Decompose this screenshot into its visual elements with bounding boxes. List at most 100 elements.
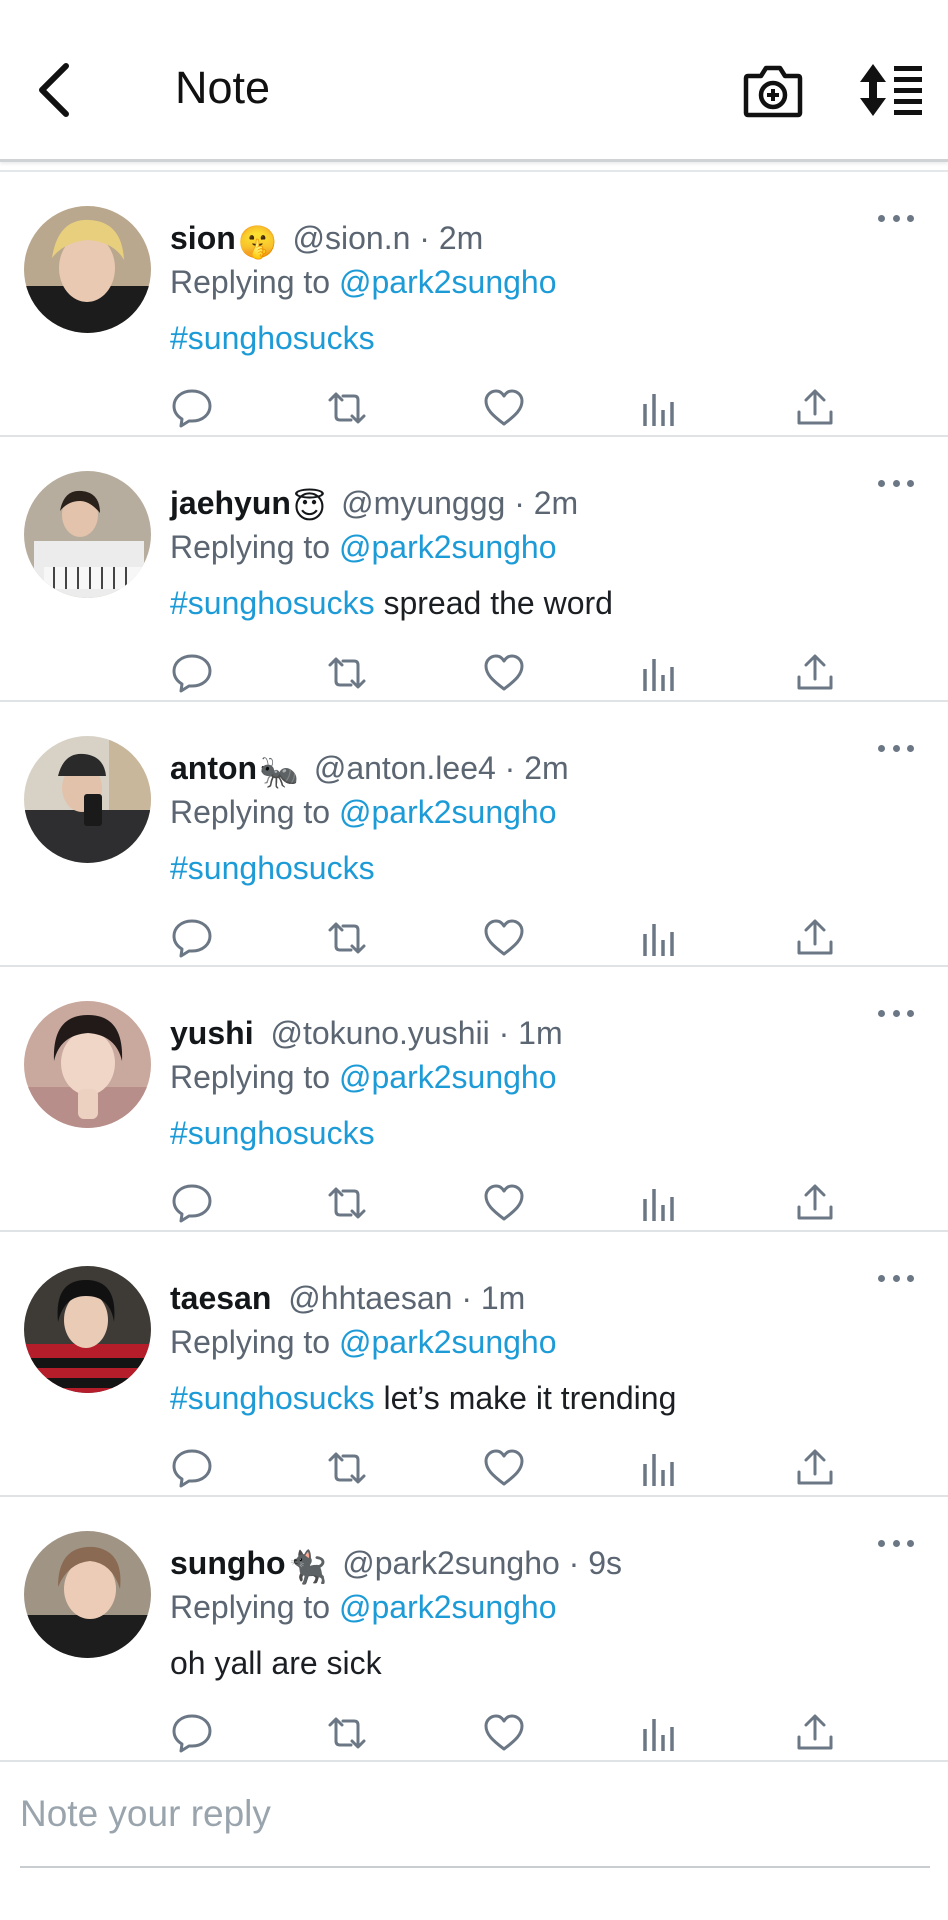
reply-icon [172, 919, 212, 958]
like-icon [484, 1449, 524, 1486]
like-button[interactable] [482, 651, 526, 695]
share-icon [797, 1184, 833, 1220]
timestamp: 9s [588, 1545, 623, 1581]
share-button[interactable] [793, 386, 837, 430]
retweet-button[interactable] [325, 1181, 369, 1225]
hashtag-link[interactable]: #sunghosucks [170, 1380, 375, 1416]
name-emoji: 😇 [292, 489, 327, 525]
reply-button[interactable] [170, 1181, 214, 1225]
stats-button[interactable] [637, 1181, 681, 1225]
tweet-card[interactable]: sion🤫 @sion.n · 2m Replying to @park2sun… [0, 172, 948, 437]
tweet-header: anton🐜 @anton.lee4 · 2m [170, 748, 868, 792]
reply-button[interactable] [170, 916, 214, 960]
more-options-button[interactable] [878, 736, 914, 760]
retweet-icon [328, 392, 366, 424]
avatar[interactable] [24, 1266, 151, 1393]
avatar[interactable] [24, 1531, 151, 1658]
camera-button[interactable] [742, 62, 804, 120]
like-button[interactable] [482, 386, 526, 430]
action-bar [0, 386, 948, 430]
more-options-button[interactable] [878, 471, 914, 495]
more-options-button[interactable] [878, 1001, 914, 1025]
display-name[interactable]: sion [170, 220, 236, 256]
hashtag-link[interactable]: #sunghosucks [170, 320, 375, 356]
avatar[interactable] [24, 1001, 151, 1128]
stats-button[interactable] [637, 1711, 681, 1755]
share-button[interactable] [793, 1446, 837, 1490]
tweet-text: #sunghosucks [170, 318, 375, 358]
reply-button[interactable] [170, 651, 214, 695]
tweet-card[interactable]: anton🐜 @anton.lee4 · 2m Replying to @par… [0, 702, 948, 967]
tweet-card[interactable]: jaehyun😇 @myunggg · 2m Replying to @park… [0, 437, 948, 702]
stats-button[interactable] [637, 1446, 681, 1490]
reply-button[interactable] [170, 1711, 214, 1755]
stats-button[interactable] [637, 386, 681, 430]
dot [878, 1274, 885, 1282]
action-bar [0, 916, 948, 960]
back-button[interactable] [30, 60, 80, 120]
tweet-card[interactable]: sungho🐈‍⬛ @park2sungho · 9s Replying to … [0, 1497, 948, 1762]
stats-button[interactable] [637, 916, 681, 960]
hashtag-link[interactable]: #sunghosucks [170, 585, 375, 621]
mention-link[interactable]: @park2sungho [339, 529, 557, 565]
dot [907, 1009, 914, 1017]
display-name[interactable]: taesan [170, 1280, 271, 1316]
like-icon [484, 389, 524, 426]
retweet-button[interactable] [325, 386, 369, 430]
stats-button[interactable] [637, 651, 681, 695]
mention-link[interactable]: @park2sungho [339, 1589, 557, 1625]
share-button[interactable] [793, 1711, 837, 1755]
reply-input[interactable] [20, 1782, 930, 1846]
mention-link[interactable]: @park2sungho [339, 1324, 557, 1360]
share-button[interactable] [793, 651, 837, 695]
meta-separator: · [410, 220, 439, 256]
tweet-card[interactable]: yushi @tokuno.yushii · 1m Replying to @p… [0, 967, 948, 1232]
replying-to: Replying to @park2sungho [170, 527, 557, 567]
reply-button[interactable] [170, 386, 214, 430]
meta-separator: · [505, 485, 534, 521]
more-options-button[interactable] [878, 1266, 914, 1290]
tweet-header: taesan @hhtaesan · 1m [170, 1278, 868, 1318]
app: Note sion🤫 @sion.n · 2m Replying to @par… [0, 0, 948, 1920]
reply-underline [20, 1866, 930, 1868]
like-button[interactable] [482, 1711, 526, 1755]
mention-link[interactable]: @park2sungho [339, 1059, 557, 1095]
retweet-button[interactable] [325, 651, 369, 695]
like-button[interactable] [482, 1181, 526, 1225]
avatar[interactable] [24, 736, 151, 863]
action-bar [0, 1711, 948, 1755]
avatar[interactable] [24, 471, 151, 598]
like-icon [484, 1714, 524, 1751]
more-options-button[interactable] [878, 206, 914, 230]
display-name[interactable]: anton [170, 750, 257, 786]
retweet-button[interactable] [325, 916, 369, 960]
reply-icon [172, 654, 212, 693]
timestamp: 2m [524, 750, 569, 786]
reply-button[interactable] [170, 1446, 214, 1490]
dot [878, 1539, 885, 1547]
like-button[interactable] [482, 916, 526, 960]
reply-icon [172, 1449, 212, 1488]
retweet-button[interactable] [325, 1711, 369, 1755]
mention-link[interactable]: @park2sungho [339, 264, 557, 300]
display-name[interactable]: jaehyun [170, 485, 291, 521]
sort-button[interactable] [858, 62, 924, 118]
display-name[interactable]: sungho [170, 1545, 286, 1581]
mention-link[interactable]: @park2sungho [339, 794, 557, 830]
dot [892, 1274, 900, 1282]
user-handle: @sion.n [292, 220, 411, 256]
more-options-button[interactable] [878, 1531, 914, 1555]
share-button[interactable] [793, 916, 837, 960]
display-name[interactable]: yushi [170, 1015, 254, 1051]
dot [907, 1274, 914, 1282]
hashtag-link[interactable]: #sunghosucks [170, 850, 375, 886]
tweet-card[interactable]: taesan @hhtaesan · 1m Replying to @park2… [0, 1232, 948, 1497]
reply-icon [172, 1714, 212, 1753]
reply-icon [172, 389, 212, 428]
like-button[interactable] [482, 1446, 526, 1490]
avatar[interactable] [24, 206, 151, 333]
share-button[interactable] [793, 1181, 837, 1225]
dot [907, 744, 914, 752]
hashtag-link[interactable]: #sunghosucks [170, 1115, 375, 1151]
retweet-button[interactable] [325, 1446, 369, 1490]
